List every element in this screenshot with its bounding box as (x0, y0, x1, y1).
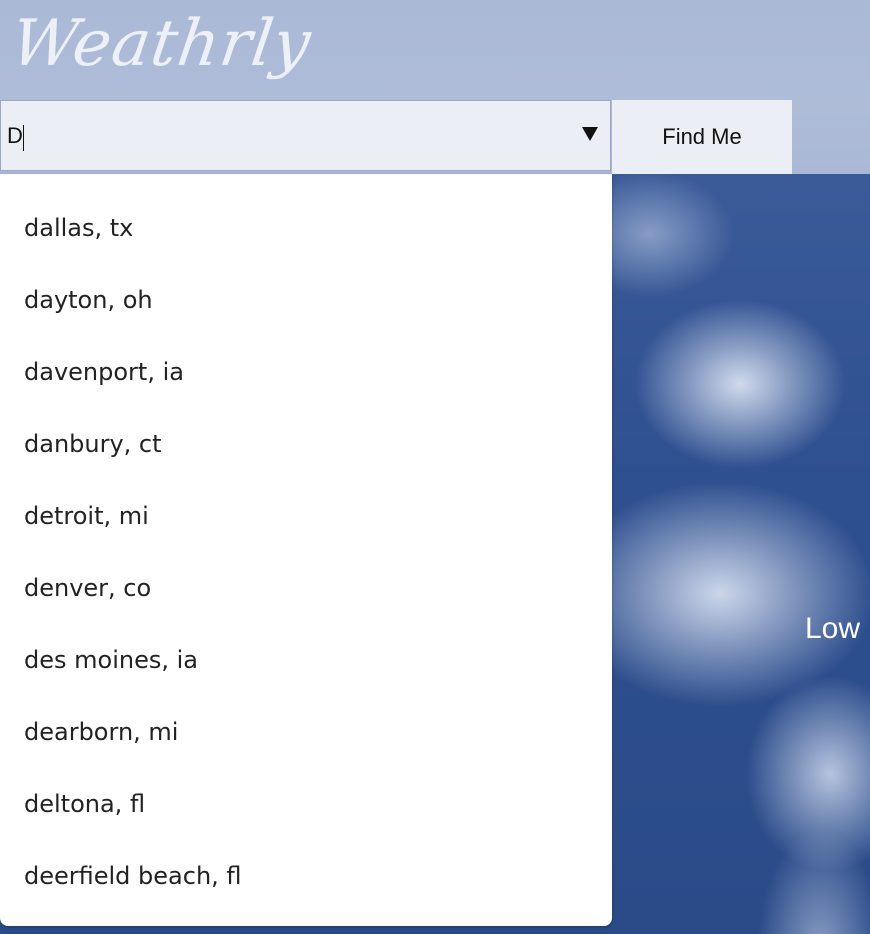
triangle-down-icon[interactable] (582, 127, 598, 141)
location-search-box[interactable] (0, 100, 611, 171)
suggestion-item[interactable]: danbury, ct (0, 408, 612, 480)
suggestion-item[interactable]: dearborn, mi (0, 696, 612, 768)
suggestion-item[interactable]: des moines, ia (0, 624, 612, 696)
low-temperature-label: Low (805, 612, 861, 645)
suggestion-item[interactable]: dayton, oh (0, 264, 612, 336)
suggestion-item[interactable]: davenport, ia (0, 336, 612, 408)
suggestion-item[interactable]: detroit, mi (0, 480, 612, 552)
suggestions-dropdown: dallas, tx dayton, oh davenport, ia danb… (0, 174, 612, 926)
text-caret (23, 125, 24, 151)
suggestion-item[interactable]: deerfield beach, fl (0, 840, 612, 912)
find-me-button[interactable]: Find Me (612, 100, 792, 174)
suggestion-item[interactable]: denver, co (0, 552, 612, 624)
suggestion-item[interactable]: deltona, fl (0, 768, 612, 840)
suggestion-item[interactable]: dallas, tx (0, 192, 612, 264)
location-search-input[interactable] (7, 101, 567, 170)
app-logo: Weathrly (6, 7, 316, 81)
